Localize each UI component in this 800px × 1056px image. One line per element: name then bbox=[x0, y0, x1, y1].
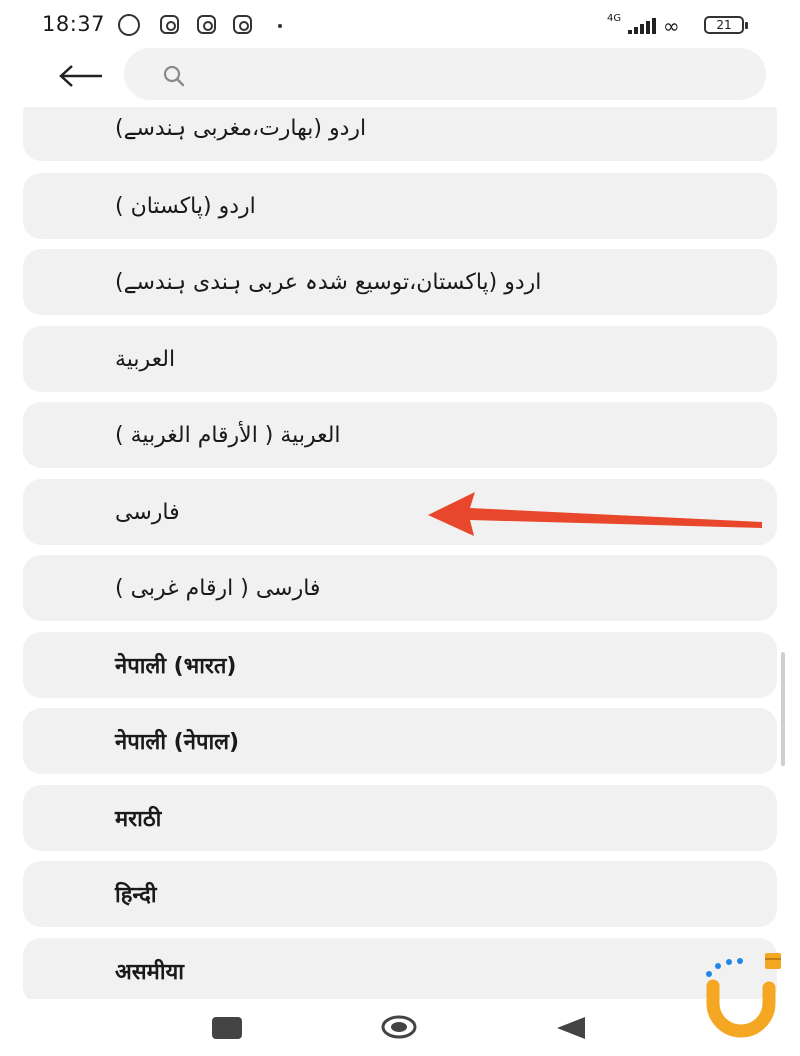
list-item[interactable]: नेपाली (नेपाल) bbox=[23, 708, 777, 774]
battery-level: 21 bbox=[716, 18, 732, 32]
language-label: فارسی bbox=[115, 499, 180, 525]
instagram-icon bbox=[197, 15, 216, 34]
annotation-arrow-icon bbox=[428, 492, 762, 536]
language-label: اردو (پاکستان،توسیع شدہ عربی ہندی ہندسے) bbox=[115, 269, 542, 295]
battery-icon: 21 bbox=[704, 16, 748, 34]
list-item[interactable]: اردو (پاکستان،توسیع شدہ عربی ہندی ہندسے) bbox=[23, 249, 777, 315]
back-button[interactable] bbox=[56, 56, 106, 96]
recent-apps-button[interactable] bbox=[212, 1017, 242, 1039]
language-label: नेपाली (नेपाल) bbox=[115, 730, 240, 755]
language-label: اردو (پاکستان ) bbox=[115, 193, 256, 219]
alarm-icon bbox=[118, 14, 140, 36]
list-item[interactable]: العربية bbox=[23, 326, 777, 392]
clock: 18:37 bbox=[42, 12, 106, 36]
list-item[interactable]: असमीया bbox=[23, 938, 777, 999]
language-label: नेपाली (भारत) bbox=[115, 654, 237, 679]
link-icon: ∞ bbox=[663, 14, 680, 38]
list-item[interactable]: नेपाली (भारत) bbox=[23, 632, 777, 698]
language-label: العربية bbox=[115, 346, 176, 372]
signal-strength-icon bbox=[620, 18, 656, 34]
nav-back-button[interactable] bbox=[555, 1015, 587, 1041]
list-item[interactable]: العربية ( الأرقام الغربية ) bbox=[23, 402, 777, 468]
search-icon bbox=[163, 65, 185, 87]
scrollbar[interactable] bbox=[781, 652, 785, 766]
list-item[interactable]: हिन्दी bbox=[23, 861, 777, 927]
list-item[interactable]: اردو (پاکستان ) bbox=[23, 173, 777, 239]
instagram-icon bbox=[160, 15, 179, 34]
list-item[interactable]: فارسی ( ارقام غربی ) bbox=[23, 555, 777, 621]
network-type-label: 4G bbox=[607, 13, 622, 24]
language-label: हिन्दी bbox=[115, 883, 157, 908]
search-input[interactable] bbox=[124, 48, 766, 100]
list-item[interactable]: मराठी bbox=[23, 785, 777, 851]
more-notifications-dot-icon bbox=[278, 24, 282, 28]
language-label: فارسی ( ارقام غربی ) bbox=[115, 575, 321, 601]
language-label: العربية ( الأرقام الغربية ) bbox=[115, 422, 341, 448]
language-label: असमीया bbox=[115, 960, 184, 985]
arrow-left-icon bbox=[59, 65, 102, 87]
language-label: मराठी bbox=[115, 807, 162, 832]
instagram-icon bbox=[233, 15, 252, 34]
language-list: اردو (بھارت،مغربی ہندسے) اردو (پاکستان )… bbox=[23, 107, 777, 999]
language-label: اردو (بھارت،مغربی ہندسے) bbox=[115, 115, 367, 141]
home-button[interactable] bbox=[381, 1015, 417, 1039]
status-bar: 18:37 4G ∞ 21 bbox=[0, 0, 800, 48]
list-item[interactable]: اردو (بھارت،مغربی ہندسے) bbox=[23, 107, 777, 161]
